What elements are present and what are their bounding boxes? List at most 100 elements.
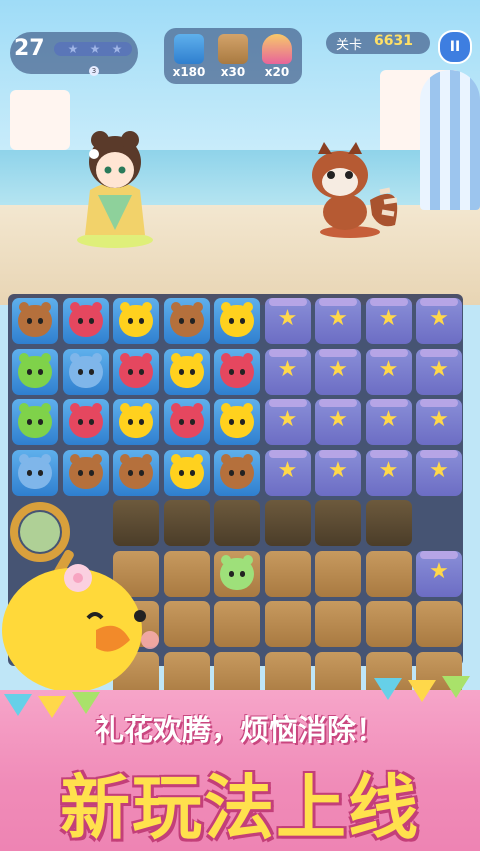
- eye-icon: [128, 318, 133, 324]
- treasure-chest-blocker-icon[interactable]: [163, 500, 210, 546]
- fox-tile[interactable]: [163, 399, 210, 445]
- chick-tile[interactable]: [113, 399, 159, 445]
- eye-icon: [229, 368, 234, 375]
- ear-icon: [120, 302, 130, 312]
- bear-tile[interactable]: [113, 449, 159, 496]
- wooden-crate-icon[interactable]: [163, 601, 210, 647]
- star-drum-blocker-icon[interactable]: [315, 399, 361, 445]
- ear-icon: [221, 554, 231, 565]
- stage-label: 关卡: [336, 38, 363, 53]
- fox-tile[interactable]: [113, 348, 159, 395]
- fox-tile[interactable]: [62, 298, 109, 344]
- star-drum-blocker-icon[interactable]: [264, 348, 311, 395]
- eye-icon: [77, 469, 83, 476]
- wooden-crate-icon[interactable]: [264, 601, 311, 647]
- ear-icon: [243, 302, 253, 312]
- ear-icon: [120, 453, 130, 464]
- bear-tile[interactable]: [214, 449, 260, 496]
- bear-tile[interactable]: [62, 449, 109, 496]
- wooden-crate-icon[interactable]: [416, 601, 462, 647]
- star-drum-blocker-icon[interactable]: [264, 399, 311, 445]
- chick-icon: [119, 302, 153, 337]
- fox-tile[interactable]: [62, 399, 109, 445]
- star-drum-blocker-icon[interactable]: [365, 399, 412, 445]
- chick-tile[interactable]: [163, 348, 210, 395]
- treasure-chest-blocker-icon[interactable]: [315, 500, 361, 546]
- star-drum-blocker-icon[interactable]: [416, 449, 462, 496]
- moves-counter: 27: [14, 36, 45, 61]
- bunny-tile[interactable]: [12, 399, 58, 445]
- fox-icon: [68, 403, 103, 438]
- banner-headline: 新玩法上线: [60, 767, 420, 849]
- ear-icon: [142, 352, 152, 363]
- star-drum-blocker-icon[interactable]: [365, 449, 412, 496]
- fox-tile[interactable]: [214, 348, 260, 395]
- fox-icon: [220, 352, 254, 388]
- star-drum-blocker-icon[interactable]: [315, 348, 361, 395]
- ear-icon: [170, 352, 181, 363]
- eye-icon: [189, 469, 195, 476]
- wooden-crate-icon[interactable]: [214, 601, 260, 647]
- eye-icon: [88, 419, 94, 425]
- mouse-tile[interactable]: [12, 449, 58, 496]
- bunny-tile[interactable]: [12, 348, 58, 395]
- ear-icon: [19, 352, 29, 363]
- goal-count: x30: [220, 65, 246, 79]
- girl-character-icon: [77, 131, 153, 248]
- bear-icon: [119, 453, 153, 489]
- eye-icon: [178, 318, 184, 324]
- ear-icon: [41, 453, 51, 464]
- star-drum-blocker-icon[interactable]: [365, 348, 412, 395]
- mouse-tile[interactable]: [62, 348, 109, 395]
- eye-icon: [38, 469, 43, 476]
- bear-icon: [18, 302, 52, 337]
- bear-tile[interactable]: [163, 298, 210, 344]
- wooden-crate-icon[interactable]: [163, 550, 210, 597]
- star-drum-blocker-icon[interactable]: [416, 550, 462, 597]
- ear-icon: [221, 302, 231, 312]
- treasure-chest-blocker-icon[interactable]: [214, 500, 260, 546]
- chick-tile[interactable]: [163, 449, 210, 496]
- eye-icon: [27, 469, 32, 476]
- sprout-tile[interactable]: [214, 550, 260, 597]
- eye-icon: [189, 368, 195, 375]
- wooden-crate-icon[interactable]: [315, 601, 361, 647]
- star-drum-blocker-icon[interactable]: [315, 449, 361, 496]
- chick-tile[interactable]: [113, 298, 159, 344]
- star-drum-blocker-icon[interactable]: [416, 399, 462, 445]
- game-scene: 27 ★ ★ ★ 3 x180 x30 x20 关卡 6631 II ★ ★ ★…: [0, 0, 480, 851]
- eye-icon: [240, 419, 245, 425]
- wooden-crate-icon: [218, 34, 248, 64]
- eye-icon: [229, 570, 234, 577]
- wooden-crate-icon[interactable]: [264, 550, 311, 597]
- wooden-crate-icon[interactable]: [315, 550, 361, 597]
- eye-icon: [88, 318, 94, 324]
- ear-icon: [243, 352, 253, 363]
- banner-slogan: 礼花欢腾，烦恼消除！: [94, 713, 385, 747]
- eye-icon: [88, 368, 94, 375]
- chick-tile[interactable]: [214, 399, 260, 445]
- pause-button[interactable]: II: [438, 30, 472, 64]
- wooden-crate-icon[interactable]: [365, 601, 412, 647]
- star-icon: ★: [111, 42, 123, 56]
- chick-tile[interactable]: [214, 298, 260, 344]
- star-drum-blocker-icon[interactable]: [264, 449, 311, 496]
- goal-count: x20: [264, 65, 290, 79]
- bear-icon: [220, 453, 254, 489]
- wooden-crate-icon[interactable]: [365, 550, 412, 597]
- chick-icon: [169, 352, 204, 388]
- eye-icon: [27, 368, 32, 375]
- ear-icon: [91, 302, 102, 312]
- bunting-flag-icon: [374, 678, 402, 700]
- star-drum-blocker-icon[interactable]: [416, 348, 462, 395]
- chick-icon: [220, 302, 254, 337]
- star-drum-blocker-icon[interactable]: [315, 298, 361, 344]
- star-drum-blocker-icon[interactable]: [416, 298, 462, 344]
- treasure-chest-blocker-icon[interactable]: [264, 500, 311, 546]
- star-drum-blocker-icon[interactable]: [365, 298, 412, 344]
- bear-tile[interactable]: [12, 298, 58, 344]
- ear-icon: [91, 453, 102, 464]
- treasure-chest-blocker-icon[interactable]: [365, 500, 412, 546]
- eye-icon: [27, 419, 32, 425]
- star-drum-blocker-icon[interactable]: [264, 298, 311, 344]
